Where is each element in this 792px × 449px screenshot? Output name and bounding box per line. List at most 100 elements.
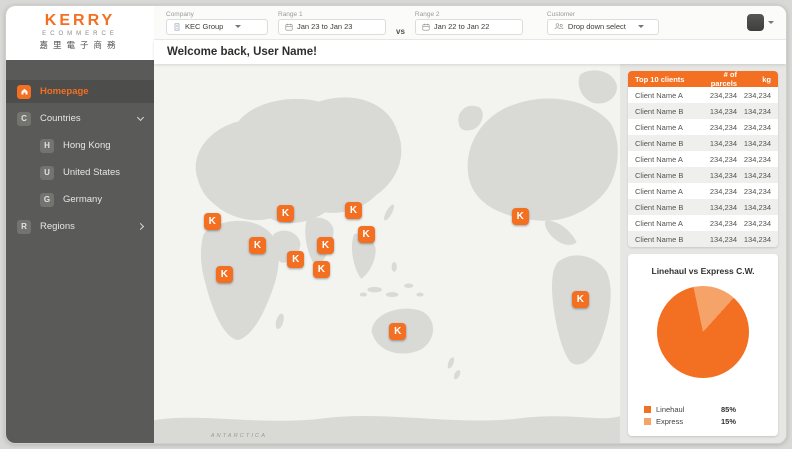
sidebar-item-countries[interactable]: C Countries xyxy=(6,107,154,130)
logo-chinese: 嘉里電子商務 xyxy=(6,39,154,51)
range1-label: Range 1 xyxy=(278,11,386,18)
col-parcels: # of parcels xyxy=(696,71,737,88)
versus-label: vs xyxy=(396,27,405,36)
legend-label: Express xyxy=(656,417,683,426)
table-header: Top 10 clients # of parcels kg xyxy=(628,71,778,87)
table-row[interactable]: Client Name A234,234234,234 xyxy=(628,87,778,103)
world-map[interactable]: ANTARCTICA KKKKKKKKKKKK xyxy=(154,64,620,443)
kerry-map-marker[interactable]: K xyxy=(216,266,233,283)
sidebar-item-label: Countries xyxy=(40,113,81,124)
client-kg: 234,234 xyxy=(737,91,771,100)
client-name: Client Name A xyxy=(635,219,696,228)
kerry-map-marker[interactable]: K xyxy=(313,261,330,278)
client-kg: 134,234 xyxy=(737,235,771,244)
table-row[interactable]: Client Name B134,234134,234 xyxy=(628,167,778,183)
client-parcels: 134,234 xyxy=(696,139,737,148)
content: ANTARCTICA KKKKKKKKKKKK Top 10 clients #… xyxy=(154,64,786,443)
kerry-map-marker[interactable]: K xyxy=(287,251,304,268)
client-name: Client Name B xyxy=(635,235,696,244)
client-name: Client Name B xyxy=(635,171,696,180)
chevron-right-icon xyxy=(137,223,144,230)
legend-label: Linehaul xyxy=(656,405,684,414)
sidebar-item-germany[interactable]: G Germany xyxy=(6,188,154,211)
germany-icon: G xyxy=(40,193,54,207)
map-svg: ANTARCTICA xyxy=(154,64,620,443)
sidebar-item-united-states[interactable]: U United States xyxy=(6,161,154,184)
avatar xyxy=(747,14,764,31)
table-row[interactable]: Client Name A234,234234,234 xyxy=(628,151,778,167)
user-menu[interactable] xyxy=(747,14,774,31)
antarctica-label: ANTARCTICA xyxy=(210,433,267,439)
calendar-icon xyxy=(285,23,293,31)
legend-value: 15% xyxy=(721,417,736,426)
sidebar-item-label: United States xyxy=(63,167,120,178)
clients-table-body: Client Name A234,234234,234Client Name B… xyxy=(628,87,778,247)
kerry-logo: KERRY ECOMMERCE 嘉里電子商務 xyxy=(6,6,154,60)
kerry-map-marker[interactable]: K xyxy=(572,291,589,308)
kerry-map-marker[interactable]: K xyxy=(277,205,294,222)
table-row[interactable]: Client Name B134,234134,234 xyxy=(628,135,778,151)
kerry-map-marker[interactable]: K xyxy=(345,202,362,219)
table-row[interactable]: Client Name B134,234134,234 xyxy=(628,199,778,215)
kerry-map-marker[interactable]: K xyxy=(358,226,375,243)
company-label: Company xyxy=(166,11,268,18)
kerry-map-marker[interactable]: K xyxy=(389,323,406,340)
kerry-map-marker[interactable]: K xyxy=(512,208,529,225)
sidebar-item-label: Homepage xyxy=(40,86,89,97)
customer-select[interactable]: Drop down select xyxy=(547,19,659,35)
range2-group: Range 2 Jan 22 to Jan 22 xyxy=(415,11,523,35)
caret-down-icon xyxy=(638,25,644,28)
client-kg: 234,234 xyxy=(737,219,771,228)
customer-label: Customer xyxy=(547,11,659,18)
range1-group: Range 1 Jan 23 to Jan 23 xyxy=(278,11,386,35)
linehaul-express-card: Linehaul vs Express C.W. Linehaul 85% Ex… xyxy=(628,254,778,436)
customer-value: Drop down select xyxy=(568,22,626,31)
home-icon xyxy=(17,85,31,99)
client-name: Client Name A xyxy=(635,123,696,132)
table-row[interactable]: Client Name A234,234234,234 xyxy=(628,215,778,231)
client-kg: 234,234 xyxy=(737,123,771,132)
client-kg: 234,234 xyxy=(737,155,771,164)
welcome-banner: Welcome back, User Name! xyxy=(154,40,786,64)
client-parcels: 234,234 xyxy=(696,123,737,132)
regions-icon: R xyxy=(17,220,31,234)
table-row[interactable]: Client Name B134,234134,234 xyxy=(628,103,778,119)
pie-chart[interactable] xyxy=(657,286,749,378)
kerry-map-marker[interactable]: K xyxy=(204,213,221,230)
table-row[interactable]: Client Name A234,234234,234 xyxy=(628,119,778,135)
express-swatch xyxy=(644,418,651,425)
linehaul-swatch xyxy=(644,406,651,413)
logo-subtitle: ECOMMERCE xyxy=(6,31,154,37)
client-kg: 234,234 xyxy=(737,187,771,196)
main-area: Company KEC Group Range 1 Jan 23 to Jan … xyxy=(154,6,786,443)
client-parcels: 134,234 xyxy=(696,107,737,116)
welcome-text: Welcome back, User Name! xyxy=(167,46,317,58)
pie-legend: Linehaul 85% Express 15% xyxy=(638,405,768,426)
client-parcels: 134,234 xyxy=(696,235,737,244)
sidebar-item-regions[interactable]: R Regions xyxy=(6,215,154,238)
client-kg: 134,234 xyxy=(737,203,771,212)
kerry-map-marker[interactable]: K xyxy=(317,237,334,254)
sidebar-item-hong-kong[interactable]: H Hong Kong xyxy=(6,134,154,157)
sidebar-item-homepage[interactable]: Homepage xyxy=(6,80,154,103)
range1-datepicker[interactable]: Jan 23 to Jan 23 xyxy=(278,19,386,35)
table-row[interactable]: Client Name B134,234134,234 xyxy=(628,231,778,247)
client-name: Client Name A xyxy=(635,187,696,196)
company-select[interactable]: KEC Group xyxy=(166,19,268,35)
table-row[interactable]: Client Name A234,234234,234 xyxy=(628,183,778,199)
range2-label: Range 2 xyxy=(415,11,523,18)
customer-group: Customer Drop down select xyxy=(547,11,659,35)
range2-datepicker[interactable]: Jan 22 to Jan 22 xyxy=(415,19,523,35)
client-parcels: 234,234 xyxy=(696,91,737,100)
client-name: Client Name A xyxy=(635,155,696,164)
kerry-map-marker[interactable]: K xyxy=(249,237,266,254)
topbar: Company KEC Group Range 1 Jan 23 to Jan … xyxy=(154,6,786,40)
caret-down-icon xyxy=(768,21,774,24)
client-name: Client Name B xyxy=(635,203,696,212)
sidebar-item-label: Hong Kong xyxy=(63,140,111,151)
client-name: Client Name B xyxy=(635,139,696,148)
legend-value: 85% xyxy=(721,405,736,414)
legend-item-linehaul: Linehaul 85% xyxy=(644,405,762,414)
people-icon xyxy=(554,23,564,30)
client-parcels: 234,234 xyxy=(696,219,737,228)
